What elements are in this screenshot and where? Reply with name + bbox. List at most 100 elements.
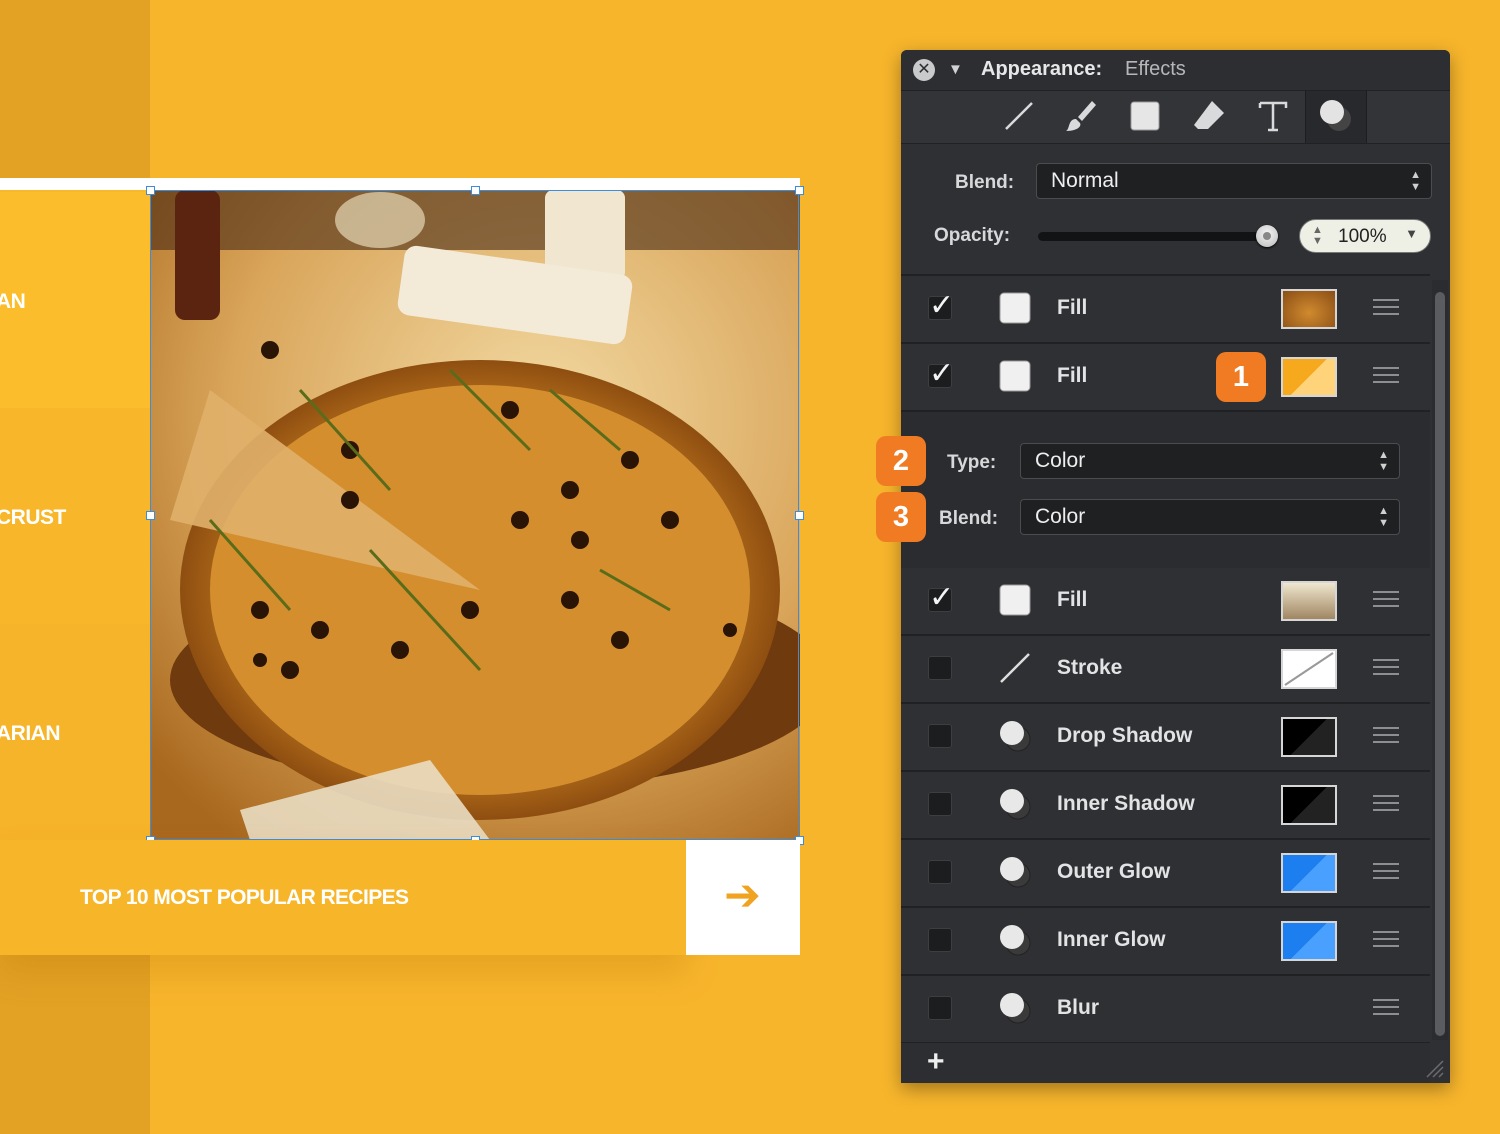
panel-subtitle[interactable]: Effects [1125,58,1186,81]
layer-row-outer-glow[interactable]: Outer Glow [901,840,1430,908]
close-icon[interactable]: ✕ [913,59,935,81]
drag-handle-icon[interactable] [1373,367,1399,387]
resize-handle[interactable] [795,511,804,520]
panel-toolbar [901,91,1450,144]
add-effect-button[interactable]: + [927,1045,945,1079]
layer-checkbox[interactable]: ✓ [928,583,954,613]
layer-checkbox[interactable] [928,792,952,816]
shadow-effect-icon [1000,721,1031,752]
disclosure-triangle-icon[interactable]: ▼ [948,61,963,78]
no-color-icon [1284,652,1334,686]
drag-handle-icon[interactable] [1373,931,1399,951]
orange-swatch[interactable] [1281,357,1337,397]
type-select[interactable]: Color ▲ ▼ [1020,443,1400,479]
layer-checkbox[interactable] [928,860,952,884]
layer-row-drop-shadow[interactable]: Drop Shadow [901,704,1430,772]
layer-row-fill-image[interactable]: ✓ Fill [901,276,1430,344]
resize-handle[interactable] [146,186,155,195]
fill-icon [999,584,1031,616]
drag-handle-icon[interactable] [1373,727,1399,747]
fill-icon [999,360,1031,392]
fill-blend-select-value: Color [1035,505,1086,528]
layer-label: Inner Glow [1057,928,1166,951]
opacity-field[interactable]: ▲ ▼ 100% ▼ [1299,219,1431,253]
effects-icon[interactable] [1305,91,1367,143]
layer-row-fill-beige[interactable]: ✓ Fill [901,568,1430,636]
blend-select[interactable]: Normal ▲ ▼ [1036,163,1432,199]
card-top-edge [0,178,800,190]
card-menu-item[interactable]: AN [0,192,150,408]
fill-blend-select[interactable]: Color ▲ ▼ [1020,499,1400,535]
resize-grip-icon[interactable] [1421,1055,1445,1079]
chevron-down-icon[interactable]: ▼ [1405,226,1418,241]
next-button[interactable]: ➔ [686,840,800,955]
layer-row-stroke[interactable]: Stroke [901,636,1430,704]
stroke-swatch[interactable] [1281,649,1337,689]
scrollbar[interactable] [1432,280,1448,1040]
card-footer: TOP 10 MOST POPULAR RECIPES [0,840,686,955]
type-select-value: Color [1035,449,1086,472]
card-menu-item-label: ARIAN [0,722,61,745]
stroke-icon [1000,653,1030,683]
blend-select-value: Normal [1051,169,1119,192]
image-swatch[interactable] [1281,289,1337,329]
layer-label: Inner Shadow [1057,792,1195,815]
drag-handle-icon[interactable] [1373,863,1399,883]
layer-checkbox[interactable]: ✓ [928,359,954,389]
opacity-slider[interactable] [1038,232,1270,241]
resize-handle[interactable] [471,186,480,195]
black-swatch[interactable] [1281,717,1337,757]
brush-tool-icon[interactable] [1059,97,1103,137]
black-swatch[interactable] [1281,785,1337,825]
drag-handle-icon[interactable] [1373,795,1399,815]
opacity-slider-knob[interactable] [1256,225,1278,247]
eraser-tool-icon[interactable] [1187,97,1231,137]
scrollbar-thumb[interactable] [1435,292,1445,1036]
layer-checkbox[interactable] [928,724,952,748]
callout-badge: 2 [876,436,926,486]
stepper-arrows-icon: ▲ ▼ [1378,505,1389,529]
blur-effect-icon [1000,993,1031,1024]
layer-checkbox[interactable]: ✓ [928,291,954,321]
fill-square-icon[interactable] [1123,97,1167,137]
stepper-arrows-icon: ▲ ▼ [1410,169,1421,193]
footer-title: TOP 10 MOST POPULAR RECIPES [80,886,409,909]
drag-handle-icon[interactable] [1373,659,1399,679]
layer-label: Blur [1057,996,1099,1019]
card-menu-item[interactable]: CRUST [0,408,150,624]
opacity-label: Opacity: [934,225,1011,246]
blue-swatch[interactable] [1281,921,1337,961]
selection-frame[interactable] [150,190,799,840]
resize-handle[interactable] [146,511,155,520]
layer-label: Drop Shadow [1057,724,1193,747]
card-menu-item[interactable]: ARIAN [0,624,150,840]
callout-badge: 1 [1216,352,1266,402]
layer-label: Outer Glow [1057,860,1171,883]
layer-label: Stroke [1057,656,1123,679]
beige-swatch[interactable] [1281,581,1337,621]
card-menu-item-label: AN [0,290,26,313]
layer-row-inner-shadow[interactable]: Inner Shadow [901,772,1430,840]
blue-swatch[interactable] [1281,853,1337,893]
layer-row-inner-glow[interactable]: Inner Glow [901,908,1430,976]
layer-label: Fill [1057,364,1088,387]
resize-handle[interactable] [795,186,804,195]
fill-blend-label: Blend: [939,508,999,529]
drag-handle-icon[interactable] [1373,299,1399,319]
panel-bottom-bar: + [901,1043,1430,1083]
text-tool-icon[interactable] [1251,97,1295,137]
layer-checkbox[interactable] [928,656,952,680]
layer-checkbox[interactable] [928,928,952,952]
drag-handle-icon[interactable] [1373,591,1399,611]
fill-options: Type: Color ▲ ▼ Blend: Color ▲ ▼ [901,412,1430,570]
line-tool-icon[interactable] [997,97,1041,137]
layer-checkbox[interactable] [928,996,952,1020]
stepper-arrows-icon[interactable]: ▲ ▼ [1312,225,1323,247]
layer-row-blur[interactable]: Blur [901,976,1430,1044]
blend-label: Blend: [955,172,1015,193]
fill-icon [999,292,1031,324]
drag-handle-icon[interactable] [1373,999,1399,1019]
shadow-effect-icon [1000,789,1031,820]
layer-row-fill-orange[interactable]: ✓ Fill [901,344,1430,412]
panel-title: Appearance: [981,58,1103,80]
